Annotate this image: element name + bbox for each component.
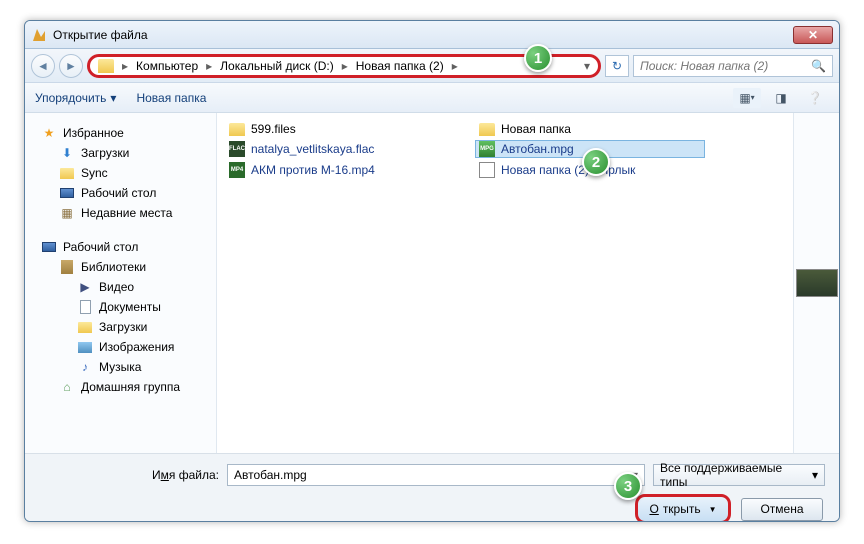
desktop-icon xyxy=(60,188,74,198)
download-icon: ⬇ xyxy=(59,145,75,161)
chevron-down-icon[interactable]: ▾ xyxy=(584,59,590,73)
tree-video[interactable]: ▶Видео xyxy=(25,277,216,297)
breadcrumb-seg[interactable]: Компьютер xyxy=(132,59,202,73)
new-folder-button[interactable]: Новая папка xyxy=(136,91,206,105)
folder-icon xyxy=(229,123,245,136)
titlebar: Открытие файла ✕ xyxy=(25,21,839,49)
arrow-left-icon: ◄ xyxy=(37,59,49,73)
tree-libraries[interactable]: Библиотеки xyxy=(25,257,216,277)
tree-downloads2[interactable]: Загрузки xyxy=(25,317,216,337)
forward-button[interactable]: ► xyxy=(59,54,83,78)
preview-pane xyxy=(793,113,839,453)
video-icon: ▶ xyxy=(77,279,93,295)
music-icon: ♪ xyxy=(77,359,93,375)
document-icon xyxy=(80,300,91,314)
callout-3: 3 xyxy=(614,472,642,500)
homegroup-icon: ⌂ xyxy=(59,379,75,395)
picture-icon xyxy=(78,342,92,353)
tree-music[interactable]: ♪Музыка xyxy=(25,357,216,377)
nav-tree[interactable]: ★Избранное ⬇Загрузки Sync Рабочий стол ▦… xyxy=(25,113,217,453)
tree-homegroup[interactable]: ⌂Домашняя группа xyxy=(25,377,216,397)
chevron-right-icon: ▸ xyxy=(204,59,214,73)
filename-label: Имя файла: xyxy=(39,468,219,482)
shortcut-icon xyxy=(479,162,495,178)
file-dialog: Открытие файла ✕ ◄ ► ▸ Компьютер ▸ Локал… xyxy=(24,20,840,522)
help-button[interactable]: ❔ xyxy=(801,88,829,108)
cancel-button[interactable]: Отмена xyxy=(741,498,823,521)
filename-input[interactable]: Автобан.mpg▾ xyxy=(227,464,645,486)
star-icon: ★ xyxy=(41,125,57,141)
chevron-down-icon: ▾ xyxy=(812,468,818,482)
tree-recent[interactable]: ▦Недавние места xyxy=(25,203,216,223)
preview-thumbnail xyxy=(796,269,838,297)
back-button[interactable]: ◄ xyxy=(31,54,55,78)
tree-pictures[interactable]: Изображения xyxy=(25,337,216,357)
callout-2: 2 xyxy=(582,148,610,176)
navbar: ◄ ► ▸ Компьютер ▸ Локальный диск (D:) ▸ … xyxy=(25,49,839,83)
view-icon: ▦ xyxy=(739,91,750,105)
preview-pane-button[interactable]: ◨ xyxy=(767,88,795,108)
tree-desktop[interactable]: Рабочий стол xyxy=(25,183,216,203)
filetype-combo[interactable]: Все поддерживаемые типы▾ xyxy=(653,464,825,486)
tree-downloads[interactable]: ⬇Загрузки xyxy=(25,143,216,163)
mp4-icon: MP4 xyxy=(229,162,245,178)
folder-icon xyxy=(98,59,114,73)
close-button[interactable]: ✕ xyxy=(793,26,833,44)
callout-1: 1 xyxy=(524,44,552,72)
chevron-right-icon: ▸ xyxy=(450,59,460,73)
chevron-down-icon: ▾ xyxy=(110,91,116,105)
arrow-right-icon: ► xyxy=(65,59,77,73)
breadcrumb-seg[interactable]: Локальный диск (D:) xyxy=(216,59,338,73)
recent-icon: ▦ xyxy=(59,205,75,221)
tree-sync[interactable]: Sync xyxy=(25,163,216,183)
close-icon: ✕ xyxy=(808,28,818,42)
file-list[interactable]: 599.files FLACnatalya_vetlitskaya.flac M… xyxy=(217,113,793,453)
chevron-right-icon: ▸ xyxy=(340,59,350,73)
breadcrumb-seg[interactable]: Новая папка (2) xyxy=(352,59,448,73)
chevron-down-icon: ▾ xyxy=(751,93,755,102)
app-icon xyxy=(31,27,47,43)
open-button[interactable]: Открыть▼ xyxy=(635,494,731,522)
organize-button[interactable]: Упорядочить ▾ xyxy=(35,91,116,105)
window-title: Открытие файла xyxy=(53,28,793,42)
chevron-right-icon: ▸ xyxy=(120,59,130,73)
tree-favorites[interactable]: ★Избранное xyxy=(25,123,216,143)
refresh-button[interactable]: ↻ xyxy=(605,55,629,77)
preview-icon: ◨ xyxy=(775,91,786,105)
folder-icon xyxy=(60,168,74,179)
flac-icon: FLAC xyxy=(229,141,245,157)
file-item[interactable]: FLACnatalya_vetlitskaya.flac xyxy=(225,140,455,158)
folder-icon xyxy=(479,123,495,136)
mpg-icon: MPG xyxy=(479,141,495,157)
search-input[interactable] xyxy=(640,59,811,73)
folder-icon xyxy=(78,322,92,333)
file-item[interactable]: MP4АКМ против М-16.mp4 xyxy=(225,161,455,179)
tree-documents[interactable]: Документы xyxy=(25,297,216,317)
body: ★Избранное ⬇Загрузки Sync Рабочий стол ▦… xyxy=(25,113,839,453)
search-icon: 🔍 xyxy=(811,59,826,73)
library-icon xyxy=(61,260,73,274)
file-item[interactable]: Новая папка xyxy=(475,121,705,137)
desktop-icon xyxy=(42,242,56,252)
toolbar: Упорядочить ▾ Новая папка ▦▾ ◨ ❔ xyxy=(25,83,839,113)
search-box[interactable]: 🔍 xyxy=(633,55,833,77)
refresh-icon: ↻ xyxy=(612,59,622,73)
view-options-button[interactable]: ▦▾ xyxy=(733,88,761,108)
tree-desktop2[interactable]: Рабочий стол xyxy=(25,237,216,257)
split-arrow-icon: ▼ xyxy=(709,505,717,514)
footer: Имя файла: Автобан.mpg▾ Все поддерживаем… xyxy=(25,453,839,521)
help-icon: ❔ xyxy=(808,91,823,105)
file-item[interactable]: 599.files xyxy=(225,121,455,137)
